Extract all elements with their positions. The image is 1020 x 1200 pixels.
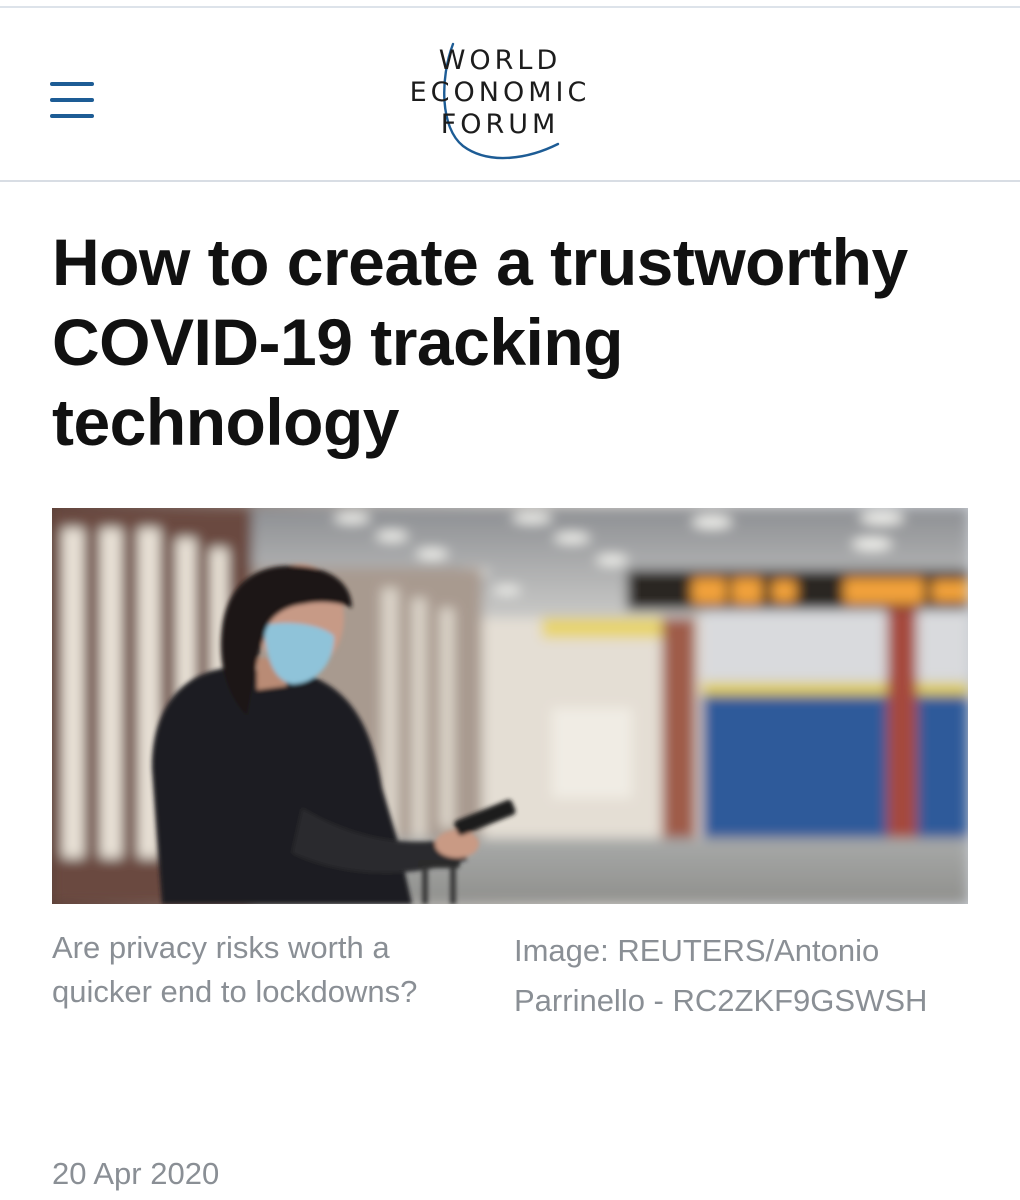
header-divider xyxy=(0,180,1020,182)
menu-button[interactable] xyxy=(44,72,100,128)
hero-photo xyxy=(52,508,968,904)
article-title: How to create a trustworthy COVID-19 tra… xyxy=(52,225,908,459)
logo-line-3: FORUM xyxy=(440,109,560,140)
logo-line-2: ECONOMIC xyxy=(409,77,591,108)
hero-image[interactable] xyxy=(52,508,968,904)
logo-line-1: WORLD xyxy=(438,45,562,76)
image-credit: Image: REUTERS/Antonio Parrinello - RC2Z… xyxy=(514,933,928,1018)
wef-logo[interactable]: WORLD ECONOMIC FORUM xyxy=(380,38,620,173)
publish-date: 20 Apr 2020 xyxy=(52,1156,220,1191)
site-header: WORLD ECONOMIC FORUM xyxy=(0,8,1020,180)
image-caption: Are privacy risks worth a quicker end to… xyxy=(52,930,418,1009)
